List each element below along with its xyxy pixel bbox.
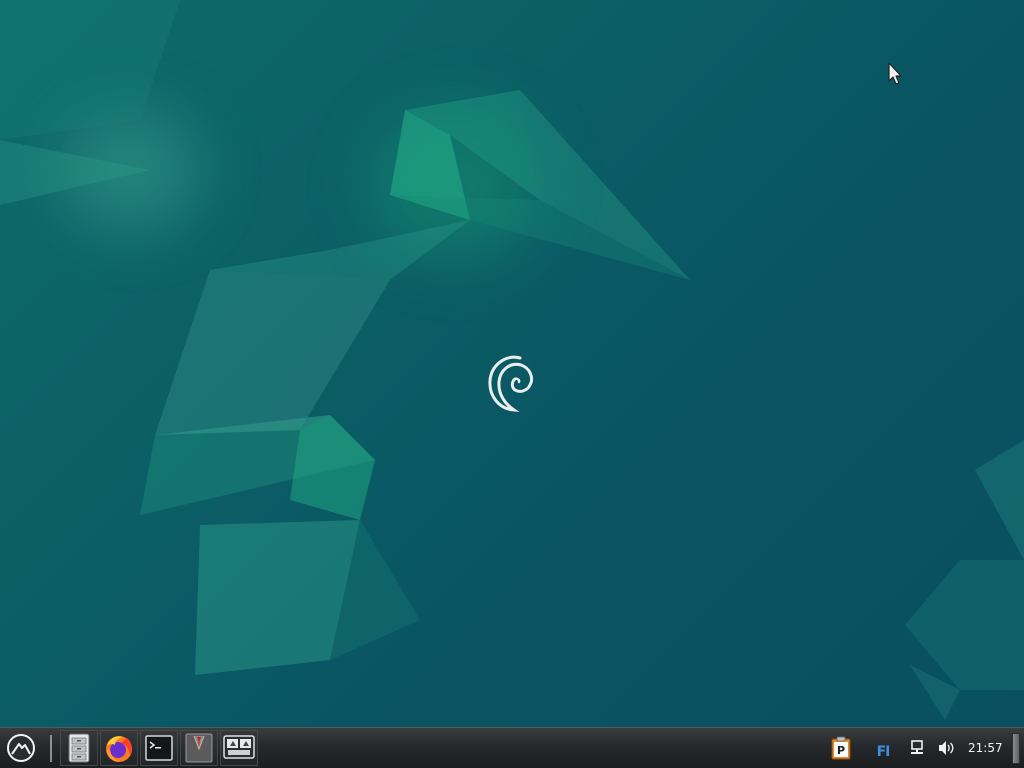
- file-manager-icon: [68, 733, 90, 763]
- show-desktop-button[interactable]: [1012, 733, 1020, 764]
- remote-desktop-launcher[interactable]: [220, 730, 258, 766]
- file-manager-launcher[interactable]: [60, 730, 98, 766]
- network-tray-button[interactable]: [906, 730, 928, 766]
- clock[interactable]: 21:57: [968, 741, 1003, 755]
- firefox-launcher[interactable]: [100, 730, 138, 766]
- clipboard-tray-button[interactable]: P: [828, 730, 854, 766]
- desktop[interactable]: [0, 0, 1024, 727]
- firefox-icon: [106, 736, 132, 762]
- svg-text:P: P: [837, 744, 845, 757]
- start-menu-button[interactable]: [4, 730, 38, 766]
- clipboard-icon: P: [831, 736, 851, 760]
- start-menu-icon: [7, 734, 35, 762]
- terminal-launcher[interactable]: [140, 730, 178, 766]
- debian-swirl-icon: [488, 355, 534, 412]
- network-icon: [911, 740, 923, 754]
- terminal-icon: [145, 735, 173, 761]
- volume-tray-button[interactable]: [935, 730, 959, 766]
- keyboard-layout-indicator[interactable]: FI: [868, 730, 898, 766]
- text-editor-launcher[interactable]: [180, 730, 218, 766]
- text-editor-icon: [185, 733, 213, 763]
- mouse-cursor-icon: [888, 62, 902, 85]
- volume-icon: [939, 741, 954, 755]
- remote-desktop-icon: [223, 735, 255, 759]
- keyboard-layout-label: FI: [876, 744, 891, 760]
- taskbar: P FI 21:57: [0, 727, 1024, 768]
- taskbar-separator: [50, 735, 52, 762]
